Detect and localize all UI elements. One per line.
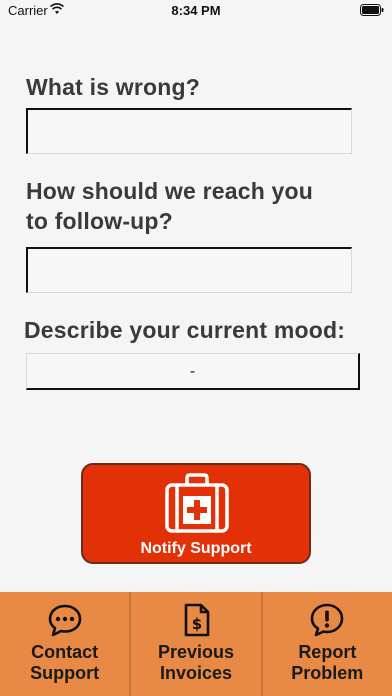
notify-support-button[interactable]: Notify Support bbox=[81, 463, 311, 564]
tab-previous-invoices[interactable]: $ Previous Invoices bbox=[131, 592, 263, 696]
first-aid-kit-icon bbox=[165, 473, 229, 533]
mood-select[interactable]: - bbox=[26, 353, 360, 390]
mood-label: Describe your current mood: bbox=[24, 317, 346, 343]
follow-up-contact-input[interactable] bbox=[26, 247, 352, 293]
contact-label-line1: How should we reach you bbox=[26, 178, 314, 204]
tab-previous-invoices-label: Previous Invoices bbox=[157, 642, 235, 683]
tab-report-problem-label: Report Problem bbox=[291, 642, 364, 683]
status-bar: Carrier 8:34 PM bbox=[0, 0, 392, 22]
chat-bubble-icon bbox=[48, 604, 81, 637]
svg-text:$: $ bbox=[192, 615, 202, 633]
tab-bar: Contact Support $ Previous Invoices Report… bbox=[0, 592, 392, 696]
what-is-wrong-input[interactable] bbox=[26, 108, 352, 154]
tab-contact-support-label: Contact Support bbox=[30, 642, 100, 683]
tab-report-problem[interactable]: Report Problem bbox=[263, 592, 392, 696]
tab-contact-support[interactable]: Contact Support bbox=[0, 592, 132, 696]
wrong-label: What is wrong? bbox=[26, 74, 201, 100]
invoice-icon: $ bbox=[184, 603, 210, 637]
alert-bubble-icon bbox=[311, 603, 344, 637]
battery-icon bbox=[360, 4, 384, 16]
contact-label-line2: to follow-up? bbox=[26, 208, 173, 234]
status-time: 8:34 PM bbox=[171, 3, 221, 18]
notify-support-label: Notify Support bbox=[140, 540, 252, 557]
